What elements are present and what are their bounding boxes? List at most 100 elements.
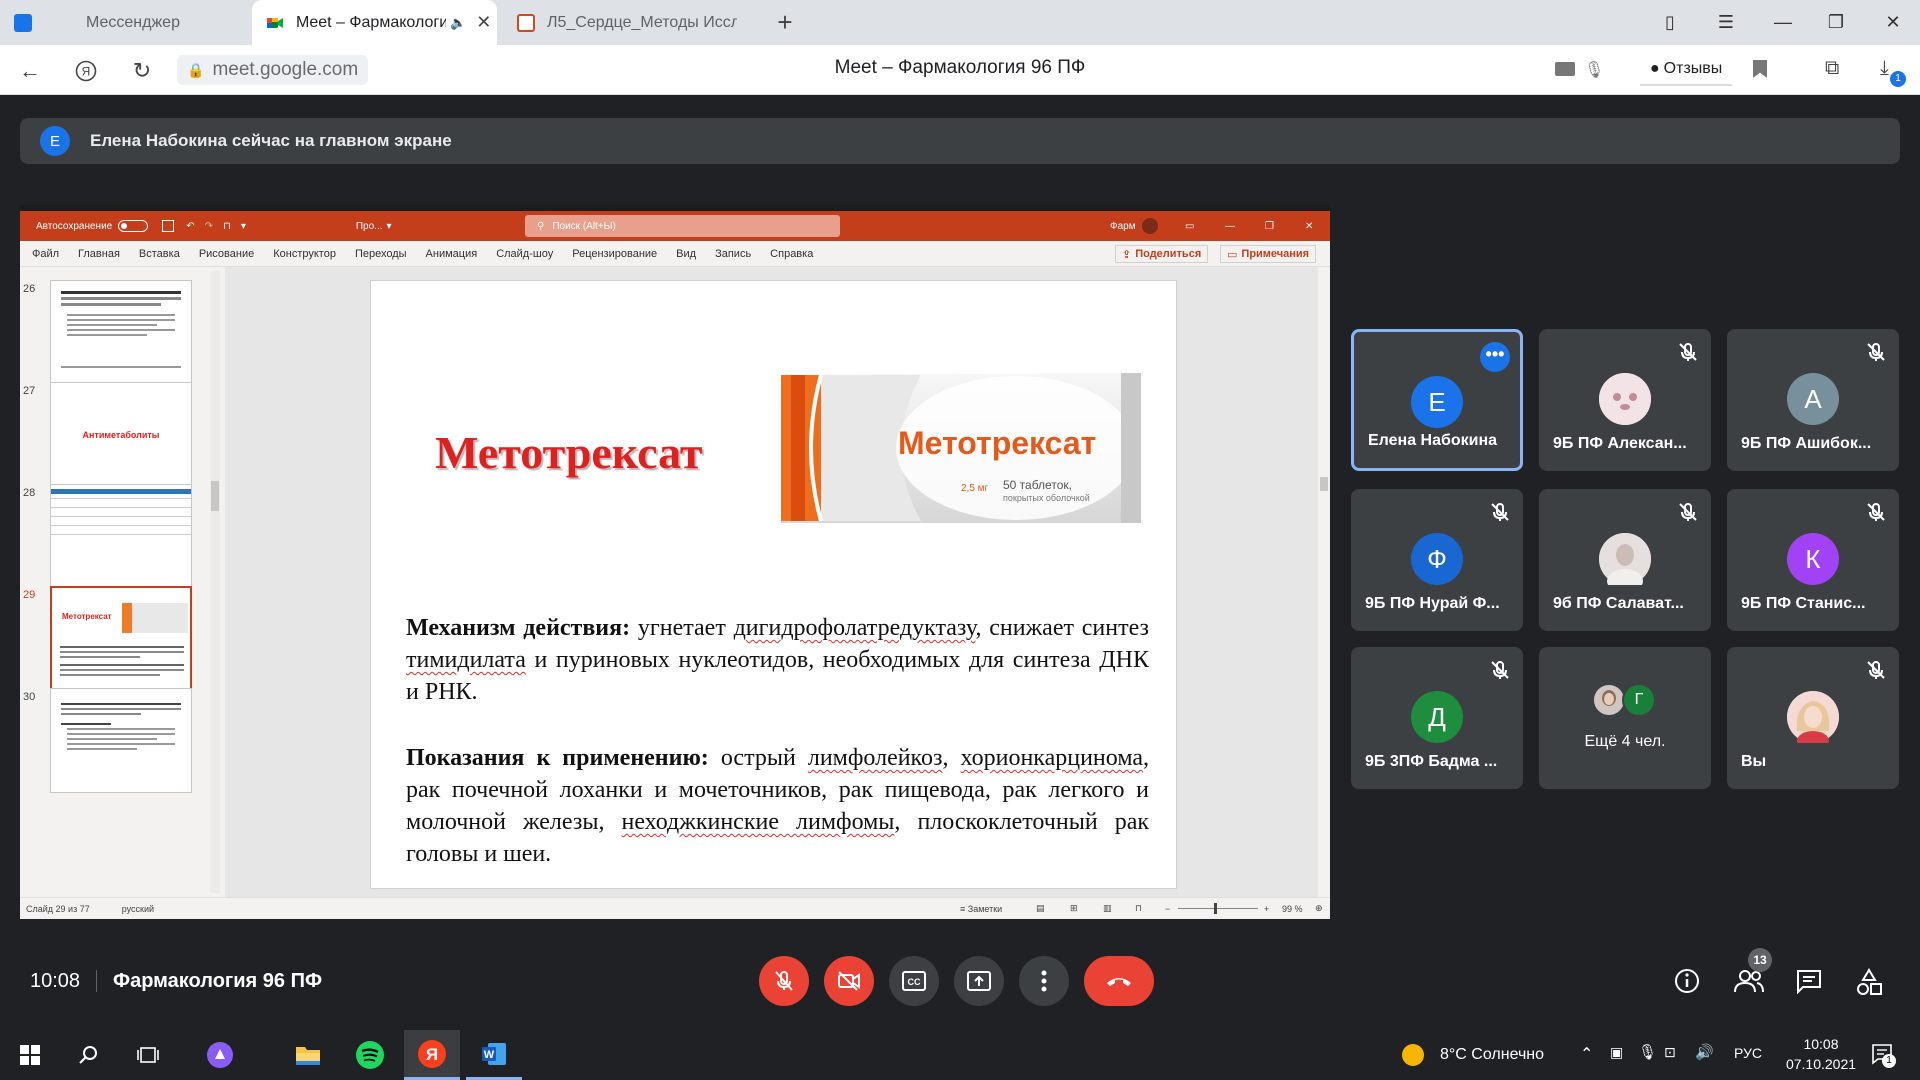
menu-review[interactable]: Рецензирование xyxy=(572,248,657,260)
reading-view-icon[interactable]: ▥ xyxy=(1103,903,1112,914)
ribbon-display-icon[interactable]: ▭ xyxy=(1185,221,1194,232)
normal-view-icon[interactable]: ▤ xyxy=(1036,903,1045,914)
menu-file[interactable]: Файл xyxy=(32,248,59,260)
windows-start-icon[interactable] xyxy=(2,1030,58,1080)
menu-insert[interactable]: Вставка xyxy=(139,248,180,260)
slide-thumbnail-29[interactable]: Метотрексат xyxy=(50,586,192,691)
thumbnail-scrollbar[interactable] xyxy=(210,271,220,893)
tab-messenger[interactable]: Мессенджер xyxy=(0,0,250,45)
word-icon[interactable]: W xyxy=(466,1030,522,1080)
participant-tile[interactable]: Е ••• Елена Набокина xyxy=(1351,329,1523,471)
search-icon[interactable] xyxy=(60,1030,116,1080)
zoom-in-icon[interactable]: + xyxy=(1264,904,1269,914)
notes-toggle[interactable]: ≡ Заметки xyxy=(960,904,1002,914)
menu-view[interactable]: Вид xyxy=(676,248,696,260)
ppt-maximize-icon[interactable]: ❐ xyxy=(1265,221,1274,232)
bookmarks-panel-icon[interactable]: ▯ xyxy=(1647,0,1693,45)
speaker-icon[interactable]: 🔈 xyxy=(450,15,466,31)
self-tile[interactable]: Вы xyxy=(1727,647,1899,789)
leave-call-button[interactable] xyxy=(1084,956,1154,1006)
slide-thumbnail-27[interactable]: Антиметаболиты xyxy=(50,382,192,487)
muted-microphone-icon xyxy=(1679,343,1697,361)
close-tab-icon[interactable]: ✕ xyxy=(476,12,491,33)
autosave-toggle[interactable] xyxy=(118,220,149,232)
minimize-button[interactable]: — xyxy=(1760,0,1806,45)
participant-tile[interactable]: 9Б ПФ Алексан... xyxy=(1539,329,1711,471)
menu-slideshow[interactable]: Слайд-шоу xyxy=(496,248,553,260)
chat-icon[interactable] xyxy=(1795,968,1823,999)
participant-tile[interactable]: 9б ПФ Салават... xyxy=(1539,489,1711,631)
yandex-browser-icon[interactable]: Я xyxy=(404,1030,460,1080)
comment-icon: ▭ xyxy=(1227,248,1238,261)
share-button[interactable]: ⇪ Поделиться xyxy=(1115,245,1209,263)
participant-tile[interactable]: Д 9Б 3ПФ Бадма ... xyxy=(1351,647,1523,789)
captions-button[interactable]: CC xyxy=(889,956,939,1006)
menu-record[interactable]: Запись xyxy=(715,248,751,260)
menu-icon[interactable]: ☰ xyxy=(1703,0,1749,45)
fit-slide-icon[interactable]: ⊕ xyxy=(1315,903,1323,914)
meeting-details-icon[interactable] xyxy=(1674,968,1700,999)
tab-meet[interactable]: Meet – Фармакологи 🔈 ✕ xyxy=(252,0,497,45)
task-view-icon[interactable] xyxy=(120,1030,176,1080)
more-options-button[interactable] xyxy=(1019,956,1069,1006)
muted-microphone-icon xyxy=(1867,343,1885,361)
network-icon[interactable]: ⊡ xyxy=(1664,1044,1676,1061)
redo-icon[interactable]: ↷ xyxy=(205,221,213,232)
clock[interactable]: 10:08 07.10.2021 xyxy=(1781,1036,1861,1072)
user-avatar[interactable] xyxy=(1142,218,1158,234)
microphone-icon[interactable]: 🎙 xyxy=(1584,60,1604,80)
tab-lecture[interactable]: Л5_Сердце_Методы Иссл xyxy=(505,0,745,45)
close-window-button[interactable]: ✕ xyxy=(1870,0,1916,45)
customize-icon[interactable]: ▾ xyxy=(241,221,246,232)
toggle-camera-button[interactable] xyxy=(824,956,874,1006)
collections-icon[interactable]: ⧉ xyxy=(1825,57,1839,80)
search-box[interactable]: ⚲ Поиск (Alt+Ы) xyxy=(525,215,840,237)
menu-animation[interactable]: Анимация xyxy=(426,248,478,260)
chevron-up-icon[interactable]: ⌃ xyxy=(1580,1044,1593,1064)
weather-widget[interactable]: 8°C Солнечно xyxy=(1402,1042,1544,1068)
ppt-minimize-icon[interactable]: — xyxy=(1225,221,1235,232)
alice-assistant-icon[interactable] xyxy=(192,1030,248,1080)
microphone-icon[interactable]: 🎙 xyxy=(1638,1043,1657,1061)
participant-tile[interactable]: К 9Б ПФ Станис... xyxy=(1727,489,1899,631)
volume-icon[interactable]: 🔊 xyxy=(1695,1043,1714,1061)
people-icon[interactable] xyxy=(1733,968,1765,999)
ppt-close-icon[interactable]: ✕ xyxy=(1305,221,1313,232)
more-options-icon[interactable]: ••• xyxy=(1480,342,1510,372)
maximize-button[interactable]: ❐ xyxy=(1813,0,1859,45)
slide-thumbnail-28[interactable] xyxy=(50,484,192,589)
downloads-badge: 1 xyxy=(1890,71,1906,87)
present-icon[interactable]: ⊓ xyxy=(223,221,231,232)
zoom-out-icon[interactable]: − xyxy=(1165,904,1170,914)
undo-icon[interactable]: ↶ xyxy=(186,221,194,232)
sorter-view-icon[interactable]: ⊞ xyxy=(1070,903,1078,914)
more-participants-tile[interactable]: Г Ещё 4 чел. xyxy=(1539,647,1711,789)
file-explorer-icon[interactable] xyxy=(280,1030,336,1080)
zoom-slider[interactable] xyxy=(1178,908,1258,909)
language-indicator[interactable]: РУС xyxy=(1734,1045,1762,1061)
activities-icon[interactable] xyxy=(1855,968,1883,1001)
camera-off-icon xyxy=(838,971,860,991)
slideshow-view-icon[interactable]: ⊓ xyxy=(1135,903,1142,914)
menu-design[interactable]: Конструктор xyxy=(273,248,336,260)
menu-home[interactable]: Главная xyxy=(78,248,120,260)
toggle-microphone-button[interactable] xyxy=(759,956,809,1006)
slide-scrollbar[interactable] xyxy=(1318,267,1330,897)
zoom-slider-thumb[interactable] xyxy=(1214,903,1217,914)
spotify-icon[interactable] xyxy=(342,1030,398,1080)
participant-tile[interactable]: А 9Б ПФ Ашибок... xyxy=(1727,329,1899,471)
menu-draw[interactable]: Рисование xyxy=(199,248,254,260)
participant-tile[interactable]: Ф 9Б ПФ Нурай Ф... xyxy=(1351,489,1523,631)
camera-icon[interactable] xyxy=(1555,62,1575,76)
save-icon[interactable] xyxy=(162,220,175,232)
feedback-button[interactable]: ● Отзывы xyxy=(1640,54,1733,86)
slide-thumbnail-26[interactable] xyxy=(50,280,192,385)
new-tab-button[interactable]: + xyxy=(770,8,800,38)
downloads-icon[interactable]: ⤓ xyxy=(1880,57,1889,80)
comments-button[interactable]: ▭ Примечания xyxy=(1220,245,1317,263)
present-now-button[interactable] xyxy=(954,956,1004,1006)
menu-transitions[interactable]: Переходы xyxy=(355,248,407,260)
slide-thumbnail-30[interactable] xyxy=(50,688,192,793)
meet-indicator-icon[interactable]: ▣ xyxy=(1610,1044,1623,1061)
menu-help[interactable]: Справка xyxy=(770,248,813,260)
